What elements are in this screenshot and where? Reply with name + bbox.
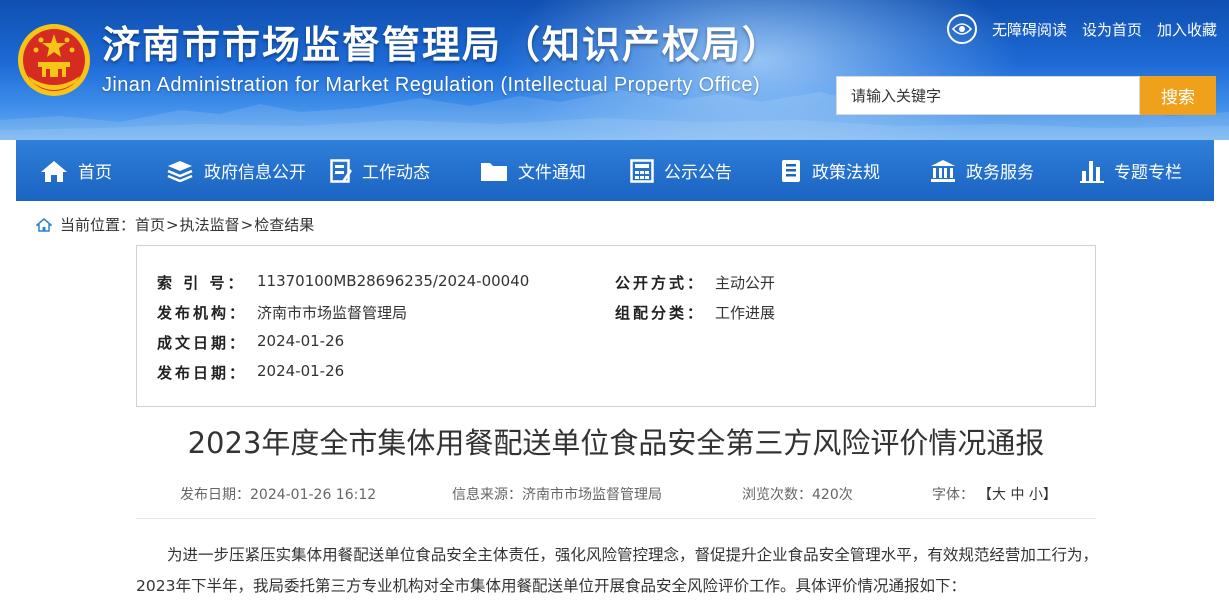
- nav-item-gov-info[interactable]: 政府信息公开: [166, 140, 306, 201]
- breadcrumb-separator: >: [240, 215, 254, 234]
- info-index-value: 11370100MB28696235/2024-00040: [257, 272, 530, 290]
- nav-item-services[interactable]: 政务服务: [930, 140, 1034, 201]
- font-size-switcher[interactable]: 【大 中 小】: [978, 484, 1057, 504]
- add-favorite-link[interactable]: 加入收藏: [1157, 19, 1217, 40]
- info-category: 组配分类： 工作进展: [615, 302, 775, 323]
- search-box: 搜索: [836, 76, 1216, 115]
- nav-label: 专题专栏: [1114, 163, 1182, 183]
- article-meta: 发布日期：2024-01-26 16:12 信息来源：济南市市场监督管理局 浏览…: [136, 484, 1096, 504]
- breadcrumb: 当前位置： 首页 > 执法监督 > 检查结果: [36, 214, 314, 235]
- nav-label: 政府信息公开: [204, 163, 306, 183]
- nav-item-home[interactable]: 首页: [40, 140, 112, 201]
- breadcrumb-home[interactable]: 首页: [135, 214, 165, 235]
- info-org: 发布机构： 济南市市场监督管理局: [157, 302, 407, 323]
- site-header: 济南市市场监督管理局（知识产权局） Jinan Administration f…: [0, 0, 1229, 140]
- set-homepage-link[interactable]: 设为首页: [1082, 19, 1142, 40]
- info-created: 成文日期： 2024-01-26: [157, 332, 344, 353]
- info-index: 索 引 号： 11370100MB28696235/2024-00040: [157, 272, 529, 293]
- info-mode: 公开方式： 主动公开: [615, 272, 775, 293]
- document-info-box: 索 引 号： 11370100MB28696235/2024-00040 公开方…: [136, 245, 1096, 407]
- breadcrumb-prefix: 当前位置：: [60, 216, 136, 234]
- nav-label: 工作动态: [362, 163, 430, 183]
- search-input[interactable]: [836, 76, 1140, 115]
- info-published-value: 2024-01-26: [257, 362, 345, 380]
- top-links: 无障碍阅读 设为首页 加入收藏: [946, 14, 1217, 44]
- national-emblem-icon: [18, 24, 90, 96]
- folder-icon: [481, 162, 507, 181]
- nav-label: 政策法规: [812, 163, 880, 183]
- breadcrumb-inspection-results[interactable]: 检查结果: [254, 214, 314, 235]
- home-icon: [41, 160, 67, 182]
- nav-label: 政务服务: [966, 163, 1034, 183]
- info-category-value: 工作进展: [715, 304, 776, 322]
- info-org-value: 济南市市场监督管理局: [257, 304, 408, 322]
- nav-item-special[interactable]: 专题专栏: [1080, 140, 1182, 201]
- book-icon: [782, 159, 800, 182]
- calculator-icon: [630, 158, 654, 183]
- building-icon: [931, 159, 955, 182]
- nav-item-notices[interactable]: 文件通知: [480, 140, 586, 201]
- meta-date: 发布日期：2024-01-26 16:12: [180, 487, 377, 503]
- site-subtitle: Jinan Administration for Market Regulati…: [102, 74, 761, 96]
- divider: [136, 518, 1096, 519]
- info-created-value: 2024-01-26: [257, 332, 345, 350]
- meta-views: 浏览次数：420次: [742, 487, 853, 503]
- info-org-label: 发布机构：: [157, 304, 248, 322]
- info-category-label: 组配分类：: [615, 304, 706, 322]
- nav-item-policies[interactable]: 政策法规: [780, 140, 880, 201]
- nav-item-announcements[interactable]: 公示公告: [630, 140, 732, 201]
- breadcrumb-separator: >: [166, 215, 179, 234]
- accessible-reading-link[interactable]: 无障碍阅读: [992, 19, 1067, 40]
- nav-label: 文件通知: [518, 163, 586, 183]
- info-published: 发布日期： 2024-01-26: [157, 362, 344, 383]
- article-title: 2023年度全市集体用餐配送单位食品安全第三方风险评价情况通报: [187, 426, 1045, 460]
- info-index-label: 索 引 号：: [157, 274, 246, 292]
- info-mode-label: 公开方式：: [615, 274, 706, 292]
- home-icon: [36, 217, 52, 232]
- bar-chart-icon: [1080, 160, 1104, 183]
- info-published-label: 发布日期：: [157, 364, 248, 382]
- nav-label: 首页: [78, 163, 112, 183]
- info-created-label: 成文日期：: [157, 334, 248, 352]
- search-button[interactable]: 搜索: [1140, 76, 1216, 115]
- database-icon: [167, 160, 193, 182]
- main-nav: 首页 政府信息公开 工作动态 文件通知 公示公告 政策法规 政务服务 专题专栏: [16, 140, 1214, 201]
- info-mode-value: 主动公开: [715, 274, 776, 292]
- meta-source: 信息来源：济南市市场监督管理局: [452, 487, 662, 503]
- breadcrumb-enforcement[interactable]: 执法监督: [180, 214, 240, 235]
- nav-label: 公示公告: [664, 163, 732, 183]
- document-edit-icon: [330, 158, 352, 183]
- accessibility-icon[interactable]: [946, 14, 977, 44]
- site-title: 济南市市场监督管理局（知识产权局）: [102, 23, 783, 67]
- article-body: 为进一步压紧压实集体用餐配送单位食品安全主体责任，强化风险管控理念，督促提升企业…: [136, 546, 1098, 595]
- nav-item-work-news[interactable]: 工作动态: [330, 140, 430, 201]
- meta-font-label: 字体：: [932, 487, 974, 503]
